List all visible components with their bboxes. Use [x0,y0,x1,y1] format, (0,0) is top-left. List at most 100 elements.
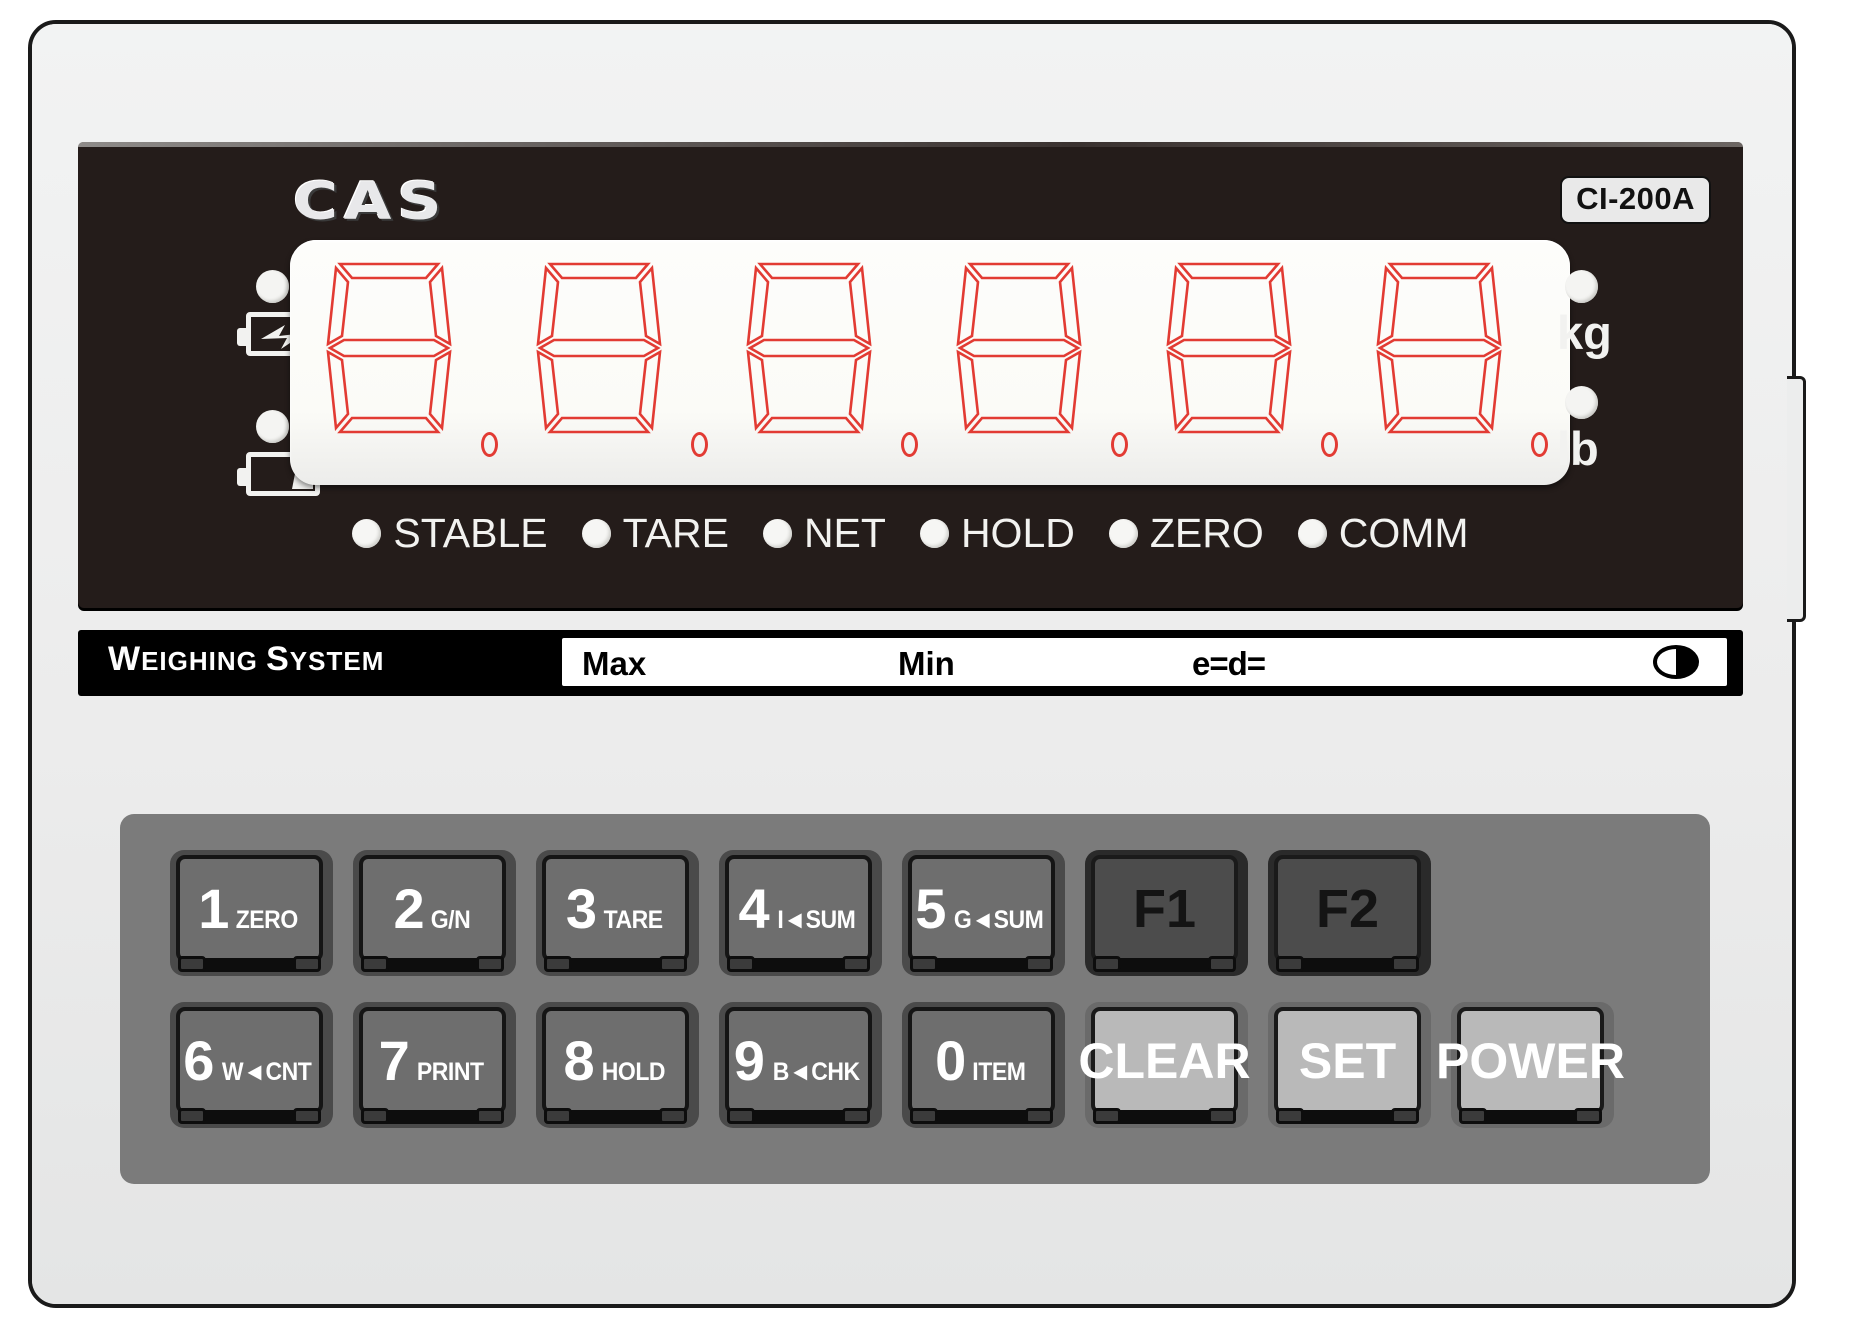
key-cap: 4 I◄SUM [725,855,872,962]
key-set[interactable]: SET [1268,1002,1431,1128]
weighing-system-bar: WEIGHING SYSTEM Max Min e=d= [78,630,1743,696]
tare-label: TARE [622,510,729,556]
key-9-bchk[interactable]: 9 B◄CHK [719,1002,882,1128]
key-function: PRINT [416,1057,484,1086]
decimal-point [691,432,708,457]
status-net: NET [762,510,886,557]
weighing-system-title: WEIGHING SYSTEM [108,640,384,679]
key-cap: 0 ITEM [908,1007,1055,1114]
key-label: 0 ITEM [935,1028,1028,1092]
model-badge: CI-200A [1560,176,1711,224]
key-f1[interactable]: F1 [1085,850,1248,976]
decimal-point [1321,432,1338,457]
brand-logo: CAS [293,172,448,232]
decimal-point [1531,432,1548,457]
key-5-gsum[interactable]: 5 G◄SUM [902,850,1065,976]
seven-segment-glyph [1166,262,1292,434]
kg-label: kg [1557,306,1612,359]
key-function: POWER [1436,1032,1625,1089]
hold-led [919,519,949,548]
oiml-class-icon [1653,645,1699,679]
zero-label: ZERO [1149,510,1264,556]
key-lip [544,1108,687,1124]
keypad: 1 ZERO 2 G/N 3 TARE 4 I◄SUM 5 G◄SUM F1 F… [120,814,1710,1184]
battery-low-led [256,410,289,443]
key-cap: 7 PRINT [359,1007,506,1114]
key-label: SET [1299,1036,1396,1086]
key-0-item[interactable]: 0 ITEM [902,1002,1065,1128]
key-cap: 6 W◄CNT [176,1007,323,1114]
e-d-label: e=d= [1192,645,1266,682]
key-label: CLEAR [1078,1036,1250,1086]
digit-group [304,250,1564,481]
key-function: F2 [1315,878,1380,939]
key-lip [1276,956,1419,972]
key-power[interactable]: POWER [1436,1002,1625,1128]
keypad-row-2: 6 W◄CNT 7 PRINT 8 HOLD 9 B◄CHK 0 ITEM CL… [170,1002,1660,1128]
key-label: 4 I◄SUM [738,876,859,940]
key-digit: 4 [738,876,770,940]
stable-label: STABLE [393,510,548,556]
digit-3 [734,258,924,473]
key-label: F2 [1316,882,1379,936]
key-digit: 8 [563,1028,595,1092]
key-cap: 1 ZERO [176,855,323,962]
lb-led [1565,386,1598,419]
digit-2 [524,258,714,473]
key-3-tare[interactable]: 3 TARE [536,850,699,976]
key-digit: 3 [565,876,597,940]
comm-led [1297,519,1327,548]
charging-led [256,270,289,303]
key-label: F1 [1133,882,1196,936]
key-lip [1093,1108,1236,1124]
status-indicator-row: STABLE TARE NET HOLD ZERO COMM [78,510,1743,557]
stable-led [352,519,382,548]
key-lip [178,1108,321,1124]
key-label: 8 HOLD [563,1028,668,1092]
hold-label: HOLD [960,510,1075,556]
key-lip [544,956,687,972]
key-cap: SET [1274,1007,1421,1114]
key-6-wcnt[interactable]: 6 W◄CNT [170,1002,333,1128]
key-cap: F2 [1274,855,1421,962]
key-lip [361,1108,504,1124]
lb-label: lb [1557,422,1599,475]
digit-6 [1364,258,1554,473]
key-7-print[interactable]: 7 PRINT [353,1002,516,1128]
key-f2[interactable]: F2 [1268,850,1431,976]
key-8-hold[interactable]: 8 HOLD [536,1002,699,1128]
seven-segment-glyph [746,262,872,434]
decimal-point [481,432,498,457]
net-label: NET [803,510,886,556]
key-2-gn[interactable]: 2 G/N [353,850,516,976]
key-cap: F1 [1091,855,1238,962]
key-digit: 7 [378,1028,410,1092]
min-label: Min [898,645,955,682]
indicator-housing: CAS CI-200A kg lb STABLE TARE NET HOLD Z… [28,20,1806,1308]
digit-4 [944,258,1134,473]
key-digit: 0 [935,1028,967,1092]
bezel-highlight [78,142,1743,147]
key-function: F1 [1132,878,1197,939]
key-function: HOLD [601,1057,665,1086]
key-label: 3 TARE [565,876,665,940]
housing-side-nub [1787,376,1806,622]
seven-segment-glyph [956,262,1082,434]
key-clear[interactable]: CLEAR [1078,1002,1251,1128]
device-screenshot: CAS CI-200A kg lb STABLE TARE NET HOLD Z… [0,0,1851,1338]
key-lip [178,956,321,972]
status-zero: ZERO [1108,510,1264,557]
key-label: 7 PRINT [378,1028,487,1092]
key-lip [361,956,504,972]
unit-indicator-column: kg lb [1555,270,1651,472]
key-label: 2 G/N [393,880,471,937]
key-lip [727,1108,870,1124]
status-comm: COMM [1297,510,1469,557]
seven-segment-glyph [1376,262,1502,434]
key-function: TARE [603,905,664,934]
key-1-zero[interactable]: 1 ZERO [170,850,333,976]
key-4-isum[interactable]: 4 I◄SUM [719,850,882,976]
key-function: CLEAR [1078,1032,1251,1089]
key-lip [910,956,1053,972]
keypad-row-1: 1 ZERO 2 G/N 3 TARE 4 I◄SUM 5 G◄SUM F1 F… [170,850,1660,976]
